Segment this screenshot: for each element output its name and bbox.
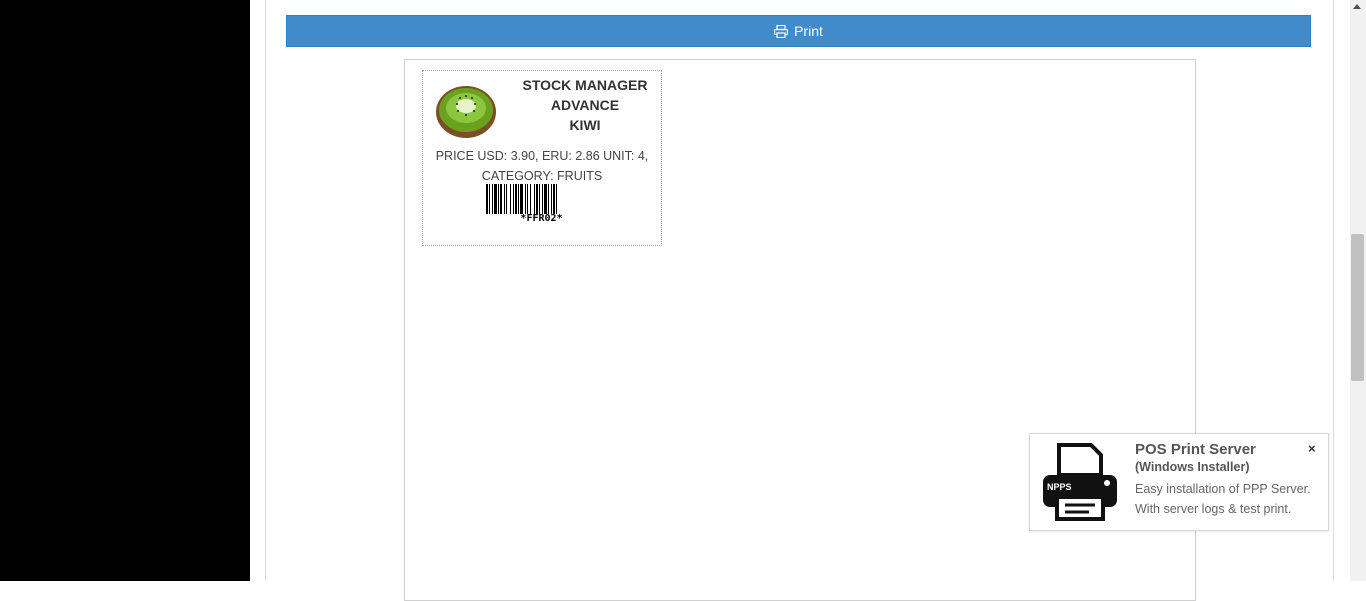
close-icon[interactable]: × [1308,441,1320,457]
barcode-text: *FFR02* [520,213,563,224]
print-button[interactable]: Print [286,15,1311,47]
kiwi-image [436,86,496,138]
print-icon [774,24,789,38]
popup-description-line2: With server logs & test print. [1135,502,1292,516]
popup-title: POS Print Server [1135,441,1256,458]
price-line: PRICE USD: 3.90, ERU: 2.86 UNIT: 4, [435,149,649,163]
barcode [486,184,557,214]
panel-border-right [1333,0,1334,581]
scrollbar-thumb[interactable] [1351,234,1364,381]
category-line: CATEGORY: FRUITS [481,169,603,183]
popup-description-line1: Easy installation of PPP Server. [1135,482,1311,496]
popup-subtitle: (Windows Installer) [1135,460,1250,474]
panel-border-left [265,0,266,581]
left-black-area [0,0,250,581]
site-name-line1: STOCK MANAGER [522,77,648,93]
printer-icon: NPPS [1043,443,1117,521]
scroll-up-arrow-icon[interactable] [1353,4,1361,9]
price-info: PRICE USD: 3.90, ERU: 2.86 UNIT: 4, CATE… [424,146,660,186]
print-button-label: Print [794,23,823,39]
site-name-line2: ADVANCE [550,97,620,113]
svg-text:NPPS: NPPS [1047,482,1072,492]
product-name: KIWI [569,117,601,133]
site-name: STOCK MANAGER ADVANCE [508,75,662,115]
